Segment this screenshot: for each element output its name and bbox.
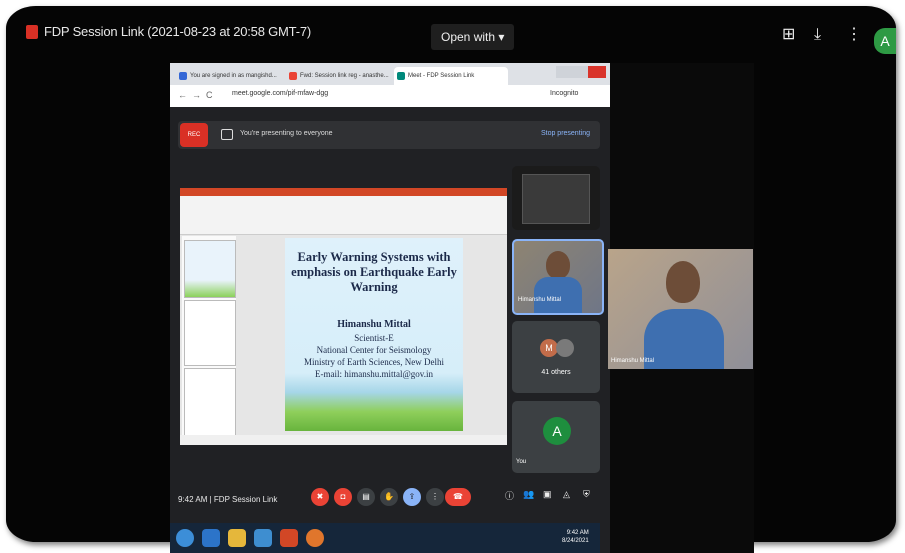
more-options-button[interactable]: ⋮ <box>426 488 444 506</box>
participant-body <box>534 277 582 313</box>
self-tile[interactable]: A You <box>512 401 600 473</box>
others-tile[interactable]: M 41 others <box>512 321 600 393</box>
presentation-tile[interactable] <box>512 166 600 230</box>
clock-date: 8/24/2021 <box>562 538 589 544</box>
tab-label: You are signed in as mangishd... <box>190 73 277 79</box>
ppt-title-bar <box>180 188 507 196</box>
browser-tab[interactable]: You are signed in as mangishd... <box>176 67 298 85</box>
slide-line: E-mail: himanshu.mittal@gov.in <box>315 369 433 379</box>
slide-thumbnail[interactable] <box>184 300 236 366</box>
slide-author: Himanshu Mittal <box>337 319 411 330</box>
powerpoint-icon[interactable] <box>280 529 298 547</box>
participant-face <box>546 251 570 279</box>
stop-presenting-button[interactable]: Stop presenting <box>541 130 590 137</box>
speaker-face <box>666 261 700 303</box>
browser-tab-strip: You are signed in as mangishd... Fwd: Se… <box>170 63 610 85</box>
meeting-separator: | <box>209 495 212 504</box>
download-icon[interactable]: ⤓ <box>814 26 821 44</box>
more-vert-icon[interactable]: ⋮ <box>846 26 862 44</box>
ppt-ribbon <box>180 196 507 235</box>
leave-call-button[interactable]: ☎ <box>445 488 471 506</box>
presenting-message: You're presenting to everyone <box>240 130 333 137</box>
ie-icon[interactable] <box>202 529 220 547</box>
window-controls[interactable] <box>556 66 606 78</box>
windows-taskbar: 9:42 AM 8/24/2021 <box>170 523 600 553</box>
add-to-drive-icon[interactable]: ⊞ <box>782 26 795 44</box>
window-close-icon[interactable] <box>588 66 606 78</box>
tab-favicon <box>397 72 405 80</box>
meeting-info: 9:42 AM | FDP Session Link <box>178 495 277 504</box>
speaker-video[interactable]: Himanshu Mittal <box>608 249 753 369</box>
raise-hand-button[interactable]: ✋ <box>380 488 398 506</box>
presentation-preview <box>522 174 590 224</box>
file-type-icon <box>26 25 38 39</box>
current-slide: Early Warning Systems with emphasis on E… <box>285 238 463 431</box>
browser-address-bar: ←→C meet.google.com/pif-mfaw-dgg Incogni… <box>170 85 610 107</box>
present-button[interactable]: ⇪ <box>403 488 421 506</box>
slide-line: National Center for Seismology <box>316 345 432 355</box>
url-text[interactable]: meet.google.com/pif-mfaw-dgg <box>232 90 328 97</box>
browser-tab[interactable]: Fwd: Session link reg - anasthe... <box>286 67 406 85</box>
slide-title: Early Warning Systems with emphasis on E… <box>291 250 457 294</box>
presenting-banner: REC You're presenting to everyone Stop p… <box>178 121 600 149</box>
participant-tile[interactable]: Himanshu Mittal <box>512 239 604 315</box>
tab-label: Fwd: Session link reg - anasthe... <box>300 73 389 79</box>
others-avatar-photo <box>556 339 574 357</box>
firefox-icon[interactable] <box>306 529 324 547</box>
rec-badge: REC <box>180 123 208 147</box>
camera-off-button[interactable]: ◘ <box>334 488 352 506</box>
clock-time: 9:42 AM <box>566 530 589 536</box>
tab-favicon <box>289 72 297 80</box>
tab-favicon <box>179 72 187 80</box>
open-with-button[interactable]: Open with ▾ <box>431 24 515 50</box>
speaker-body <box>644 309 724 369</box>
slide-thumbnail[interactable] <box>184 240 236 298</box>
system-clock: 9:42 AM 8/24/2021 <box>562 529 589 545</box>
others-count: 41 others <box>541 369 571 376</box>
nav-arrows-icon[interactable]: ←→C <box>178 90 218 100</box>
speaker-name: Himanshu Mittal <box>611 358 655 364</box>
explorer-icon[interactable] <box>228 529 246 547</box>
start-icon[interactable] <box>176 529 194 547</box>
slide-line: Ministry of Earth Sciences, New Delhi <box>304 357 444 367</box>
info-icon[interactable]: ⓘ <box>505 489 514 502</box>
people-icon[interactable]: 👥 <box>523 489 534 500</box>
mic-off-button[interactable]: ✖ <box>311 488 329 506</box>
activities-icon[interactable]: ◬ <box>563 489 570 500</box>
host-controls-icon[interactable]: ⛨ <box>583 489 590 500</box>
meeting-name: FDP Session Link <box>213 495 278 504</box>
participant-name: Himanshu Mittal <box>518 297 562 303</box>
self-avatar: A <box>543 417 571 445</box>
incognito-badge: Incognito <box>550 90 579 97</box>
media-icon[interactable] <box>254 529 272 547</box>
ppt-status-bar <box>180 435 507 445</box>
browser-tab-active[interactable]: Meet - FDP Session Link <box>394 67 508 85</box>
present-screen-icon <box>221 129 233 140</box>
file-title: FDP Session Link (2021-08-23 at 20:58 GM… <box>44 24 311 39</box>
meeting-time: 9:42 AM <box>178 495 208 504</box>
captions-button[interactable]: ▤ <box>357 488 375 506</box>
slide-thumbnail[interactable] <box>184 368 236 440</box>
powerpoint-window: Early Warning Systems with emphasis on E… <box>180 188 507 445</box>
slide-line: Scientist-E <box>354 333 394 343</box>
caret-down-icon: ▾ <box>498 30 505 44</box>
tab-label: Meet - FDP Session Link <box>408 73 475 79</box>
open-with-label: Open with <box>441 30 496 44</box>
slide-thumbnails <box>182 236 236 443</box>
chat-icon[interactable]: ▣ <box>543 489 552 500</box>
self-label: You <box>516 459 527 465</box>
account-avatar[interactable]: A <box>874 28 896 54</box>
